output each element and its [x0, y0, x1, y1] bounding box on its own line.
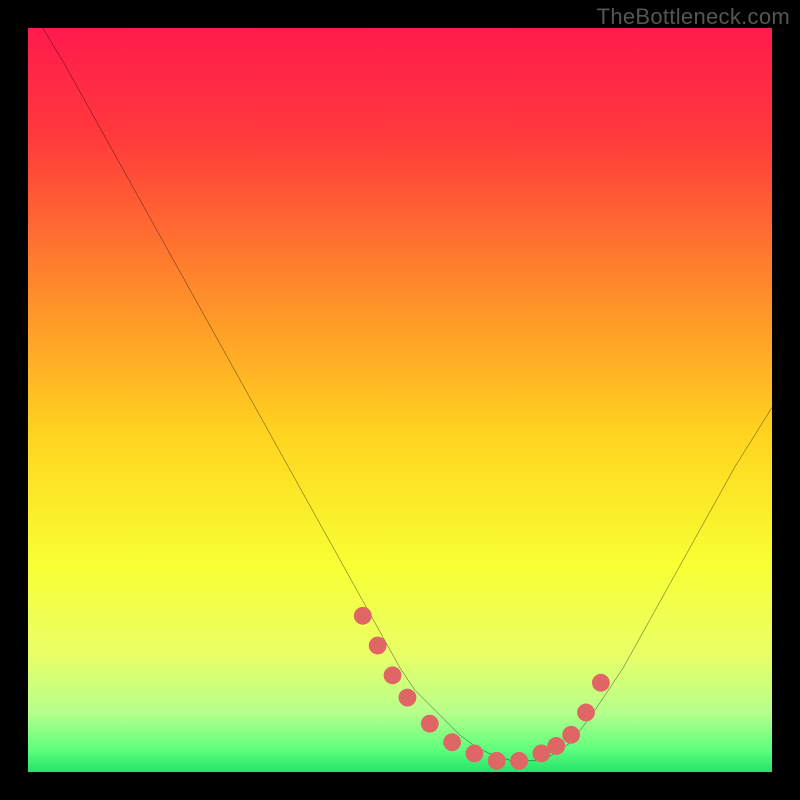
marker-dot — [421, 715, 439, 733]
marker-dot — [354, 607, 372, 625]
marker-dot — [465, 744, 483, 762]
marker-dot — [577, 704, 595, 722]
marker-dot — [369, 637, 387, 655]
marker-dot — [384, 666, 402, 684]
marker-dot — [562, 726, 580, 744]
marker-dot — [443, 733, 461, 751]
plot-area — [28, 28, 772, 772]
marker-dot — [399, 689, 417, 707]
gradient-background — [28, 28, 772, 772]
marker-dot — [488, 752, 506, 770]
marker-dot — [510, 752, 528, 770]
marker-dot — [547, 737, 565, 755]
chart-frame: TheBottleneck.com — [0, 0, 800, 800]
watermark-text: TheBottleneck.com — [597, 4, 790, 30]
marker-dot — [592, 674, 610, 692]
chart-svg — [28, 28, 772, 772]
